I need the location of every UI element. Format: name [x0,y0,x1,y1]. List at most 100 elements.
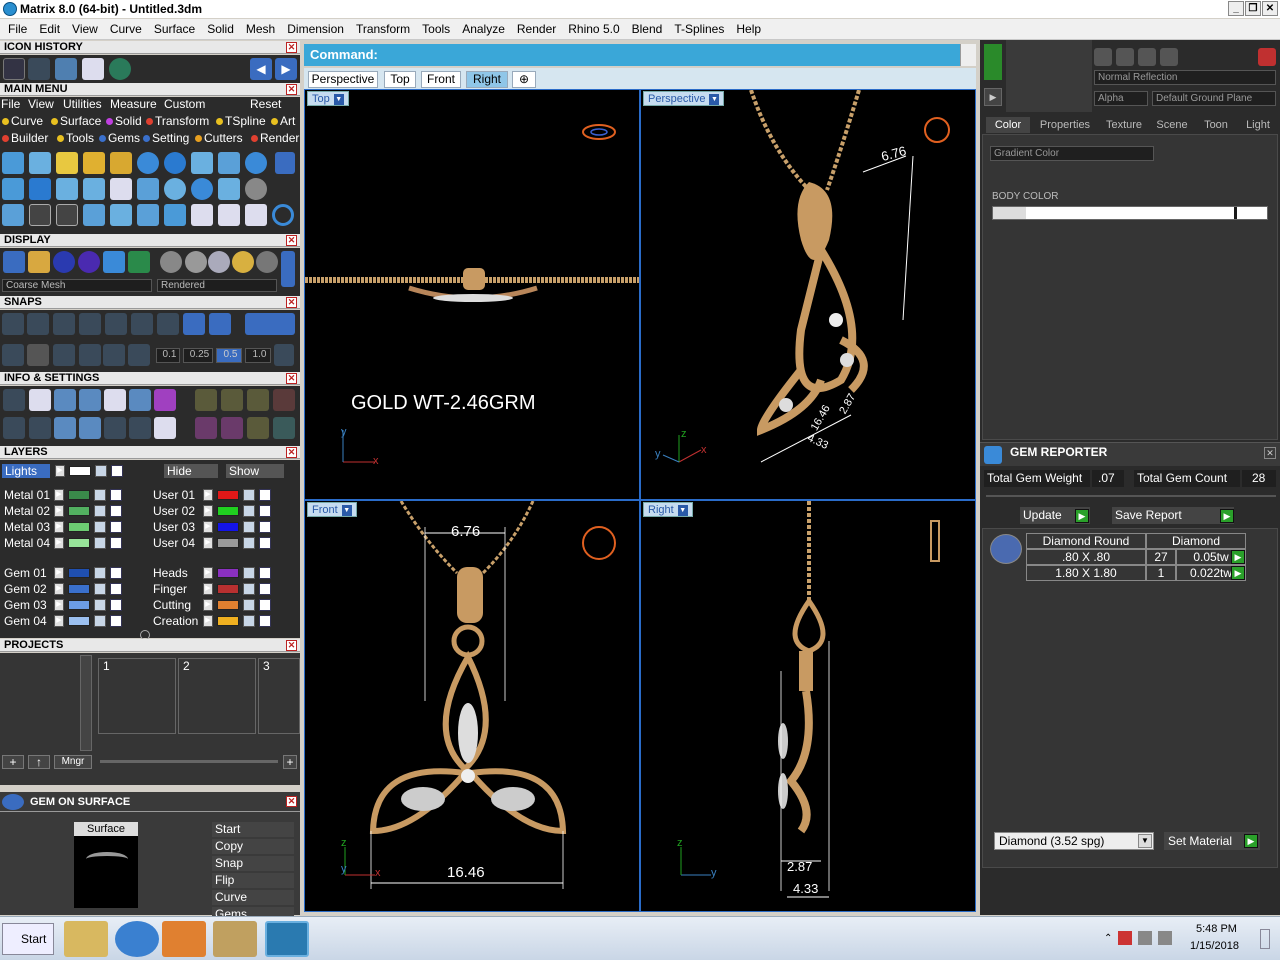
add-project-button[interactable]: + [2,755,24,769]
select-icon[interactable] [129,417,151,439]
show-desktop-button[interactable] [1260,929,1270,949]
expand-icon[interactable]: ▶ [203,583,213,595]
lock-icon[interactable] [243,505,255,517]
globe-icon[interactable] [109,58,131,80]
paint-icon[interactable] [213,921,257,957]
menu-render[interactable]: Render [511,22,562,36]
tool-icon[interactable] [191,204,213,226]
lock-icon[interactable] [243,615,255,627]
lock-icon[interactable] [243,583,255,595]
layer-color-swatch[interactable] [217,568,239,578]
media-player-icon[interactable] [162,921,206,957]
snap-center-icon[interactable] [131,313,153,335]
gem-tool-icon[interactable] [273,417,295,439]
close-button[interactable]: ✕ [1262,1,1278,16]
expand-icon[interactable]: ▶ [203,537,213,549]
visibility-icon[interactable] [259,599,271,611]
snap-value-01[interactable]: 0.1 [156,348,180,363]
tool-icon[interactable] [110,178,132,200]
tab-right[interactable]: Right [466,71,508,88]
lock-icon[interactable] [94,583,106,595]
snap-value-025[interactable]: 0.25 [183,348,213,363]
grid-icon[interactable] [55,58,77,80]
menu-view[interactable]: View [66,22,104,36]
menu-transform[interactable]: Transform [350,22,416,36]
layer-color-swatch[interactable] [217,600,239,610]
ortho-icon[interactable] [128,344,150,366]
tool-icon[interactable] [56,152,78,174]
snap-value-10[interactable]: 1.0 [245,348,271,363]
snap-intersect-icon[interactable] [53,313,75,335]
tool-icon[interactable] [191,152,213,174]
save-report-button[interactable]: Save Report [1112,507,1234,524]
play-icon[interactable]: ▶ [984,88,1002,106]
project-slot-2[interactable]: 2 [178,658,256,734]
layer-row-right[interactable]: User 03 ▶ [153,520,293,534]
plane-icon[interactable] [103,344,125,366]
menu-curve[interactable]: Curve [104,22,148,36]
snap-near-icon[interactable] [209,313,231,335]
layer-row-right[interactable]: Heads ▶ [153,566,293,580]
tab-color[interactable]: Color [986,117,1030,133]
tool-icon[interactable] [137,178,159,200]
viewport-top[interactable]: Top ▼ GOLD WT-2.46GRM y x [304,89,640,500]
lock-icon[interactable] [94,505,106,517]
clock-time[interactable]: 5:48 PM [1196,923,1237,935]
viewport-perspective[interactable]: Perspective ▼ 6.76 16.46 2.87 4.33 z y x [640,89,976,500]
snap-value-05[interactable]: 0.5 [216,348,242,363]
close-icon[interactable]: ✕ [286,235,297,246]
tool-icon[interactable] [29,178,51,200]
layer-row-left[interactable]: Gem 03 ▶ [4,598,144,612]
object-icon[interactable] [154,389,176,411]
material-icon[interactable] [185,251,207,273]
visibility-icon[interactable] [110,615,122,627]
monitor-icon[interactable] [29,417,51,439]
tool-icon[interactable] [83,152,105,174]
visibility-icon[interactable] [110,583,122,595]
show-button[interactable]: Show [226,464,284,478]
gem-action-snap[interactable]: Snap [212,856,294,871]
tool-icon[interactable] [56,178,78,200]
layers-icon[interactable] [54,389,76,411]
lock-icon[interactable] [243,567,255,579]
layer-row-right[interactable]: User 04 ▶ [153,536,293,550]
visibility-icon[interactable] [259,615,271,627]
layer-color-swatch[interactable] [68,568,90,578]
layer-color-swatch[interactable] [217,490,239,500]
close-icon[interactable]: ✕ [286,447,297,458]
layer-row-left[interactable]: Metal 03 ▶ [4,520,144,534]
menu-blend[interactable]: Blend [626,22,669,36]
tool-icon[interactable] [275,152,295,174]
snap-end-icon[interactable] [2,313,24,335]
expand-icon[interactable]: ▶ [54,521,64,533]
layer-color-swatch[interactable] [217,506,239,516]
sphere-icon[interactable] [53,251,75,273]
cube-icon[interactable] [54,417,76,439]
layer-color-swatch[interactable] [217,538,239,548]
shaded-icon[interactable] [28,251,50,273]
tool-icon[interactable] [137,204,159,226]
lock-icon[interactable] [94,599,106,611]
mm-custom[interactable]: Custom [164,97,205,111]
select-gem-button[interactable]: ▶ [1231,550,1245,564]
expand-icon[interactable]: ▶ [203,567,213,579]
tool-icon[interactable] [191,178,213,200]
layer-color-swatch[interactable] [68,584,90,594]
cube-icon[interactable] [27,344,49,366]
visibility-icon[interactable] [111,465,123,477]
cube-icon[interactable] [79,389,101,411]
snap-perp-icon[interactable] [105,313,127,335]
list-icon[interactable] [154,417,176,439]
render-icon[interactable] [103,251,125,273]
mm-render[interactable]: Render [251,131,299,145]
forward-arrow-icon[interactable]: ▶ [275,58,297,80]
gem-action-curve[interactable]: Curve [212,890,294,905]
mm-art[interactable]: Art [271,114,295,128]
up-arrow-icon[interactable]: ↑ [28,755,50,769]
visibility-icon[interactable] [110,521,122,533]
document-icon[interactable] [104,389,126,411]
mm-solid[interactable]: Solid [106,114,142,128]
layer-color-swatch[interactable] [68,600,90,610]
mm-setting[interactable]: Setting [143,131,189,145]
layer-row-left[interactable]: Metal 04 ▶ [4,536,144,550]
